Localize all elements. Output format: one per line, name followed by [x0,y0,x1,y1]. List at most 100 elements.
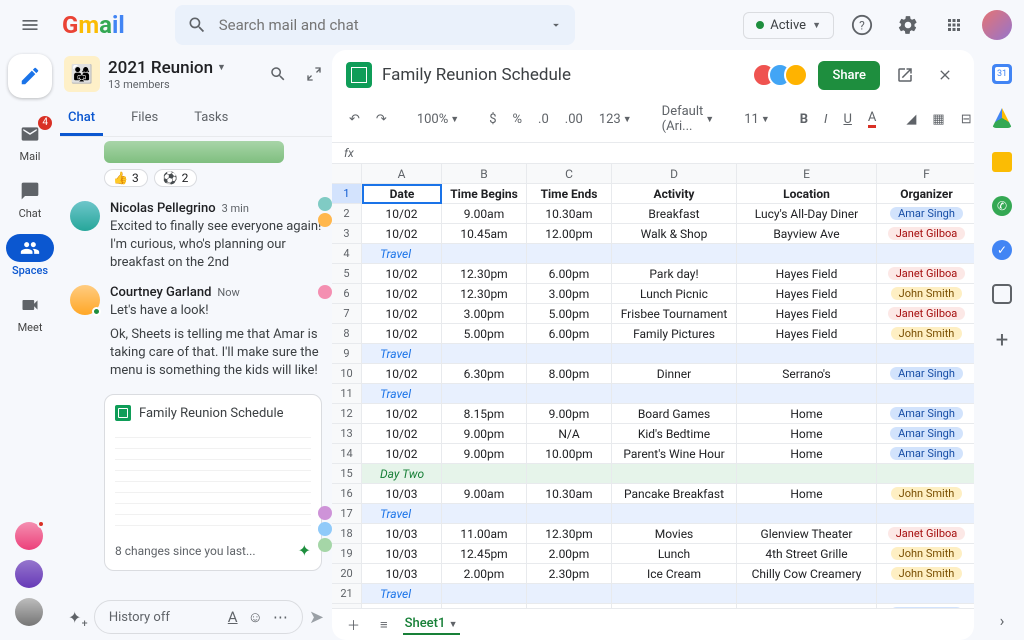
bold-button[interactable]: B [795,110,813,129]
fontsize-dropdown[interactable]: 11 ▼ [739,110,775,129]
msg-author: Nicolas Pellegrino [110,201,216,216]
msg-text: Ok, Sheets is telling me that Amar is ta… [110,326,322,381]
collaborator-avatars[interactable] [752,63,808,87]
tab-files[interactable]: Files [123,102,166,136]
settings-button[interactable] [890,7,926,43]
space-search-button[interactable] [264,60,292,88]
keep-addon[interactable] [992,152,1012,172]
image-thumbnail[interactable] [104,141,284,163]
attachment-preview [115,427,311,535]
msg-text: Let's have a look! [110,302,322,320]
nav-meet[interactable]: Meet [0,285,60,340]
search-box[interactable] [175,5,575,45]
addon-collapse-icon[interactable]: › [1000,611,1005,630]
avatar [70,285,100,315]
mail-icon [20,124,40,144]
nav-meet-label: Meet [18,321,43,334]
formula-bar[interactable]: fx [332,142,974,164]
redo-button[interactable]: ↷ [371,110,392,129]
space-emoji-icon: 👨‍👩‍👧 [64,56,100,92]
chat-heads [15,522,43,626]
open-external-button[interactable] [890,60,920,90]
chat-head[interactable] [15,598,43,626]
space-members: 13 members [108,78,256,91]
msg-time: Now [217,286,239,299]
space-header: 👨‍👩‍👧 2021 Reunion▼ 13 members [60,50,332,98]
sheet-tab-1[interactable]: Sheet1 ▼ [403,614,460,635]
msg-text: Excited to finally see everyone again! I… [110,218,322,273]
nav-chat[interactable]: Chat [0,171,60,226]
all-sheets-button[interactable]: ≡ [375,615,393,635]
format-icon[interactable]: A [228,608,238,626]
compose-button[interactable] [8,54,52,98]
sheets-icon [115,405,131,421]
nav-spaces[interactable]: Spaces [0,228,60,283]
reaction-soccer[interactable]: ⚽2 [154,169,198,187]
sparkle-icon: ✦ [298,541,311,560]
addon-extra[interactable] [992,284,1012,304]
top-bar: Gmail Gmail Active ▼ ? [0,0,1024,50]
sheet-grid[interactable]: ABCDEFG1DateTime BeginsTime EndsActivity… [332,164,974,608]
addons-plus-button[interactable]: + [996,328,1008,353]
send-button[interactable]: ➤ [309,607,324,628]
main-menu-button[interactable] [12,7,48,43]
decrease-decimal-button[interactable]: .0 [533,110,554,129]
borders-button[interactable]: ▦ [927,110,949,129]
textcolor-button[interactable]: A [863,108,881,130]
space-panel: 👨‍👩‍👧 2021 Reunion▼ 13 members Chat File… [60,50,332,640]
close-button[interactable] [930,60,960,90]
tasks-addon[interactable]: ✓ [992,240,1012,260]
underline-button[interactable]: U [838,110,856,129]
status-pill[interactable]: Active ▼ [743,12,834,39]
font-dropdown[interactable]: Default (Ari... ▼ [657,102,720,136]
pencil-icon [19,65,41,87]
sheets-header: Family Reunion Schedule Share [332,50,974,100]
merge-button[interactable]: ⊟▼ [956,110,974,129]
calendar-addon[interactable]: 31 [992,64,1012,84]
addon-rail: 31 ✆ ✓ + › [980,50,1024,640]
search-input[interactable] [219,16,549,34]
add-sheet-button[interactable]: ＋ [342,613,365,636]
tab-tasks[interactable]: Tasks [186,102,236,136]
contacts-addon[interactable]: ✆ [992,196,1012,216]
search-icon [269,65,287,83]
drive-addon[interactable] [992,108,1012,128]
share-button[interactable]: Share [818,61,880,90]
search-dropdown-icon[interactable] [549,18,563,32]
zoom-dropdown[interactable]: 100% ▼ [412,110,464,129]
chat-head[interactable] [15,522,43,550]
italic-button[interactable]: I [819,110,832,129]
chevron-down-icon: ▼ [217,62,226,73]
increase-decimal-button[interactable]: .00 [560,110,588,129]
apps-button[interactable] [936,7,972,43]
msg-time: 3 min [222,202,249,215]
chat-head[interactable] [15,560,43,588]
gmail-logo[interactable]: Gmail Gmail [62,11,125,39]
more-icon[interactable]: ⋯ [273,608,288,626]
currency-button[interactable]: $ [484,110,501,129]
collapse-icon [306,66,322,82]
tab-chat[interactable]: Chat [60,102,103,136]
undo-button[interactable]: ↶ [344,110,365,129]
chat-scroll[interactable]: 👍3 ⚽2 Nicolas Pellegrino 3 min Excited to… [60,137,332,594]
numformat-dropdown[interactable]: 123▼ [594,110,637,129]
fillcolor-button[interactable]: ◢ [901,110,921,129]
nav-spaces-label: Spaces [12,264,48,277]
chat-message: Nicolas Pellegrino 3 min Excited to final… [60,195,332,279]
percent-button[interactable]: % [508,110,528,129]
chevron-down-icon: ▼ [812,20,821,31]
sheet-title[interactable]: Family Reunion Schedule [382,65,742,85]
reaction-thumbsup[interactable]: 👍3 [104,169,148,187]
help-button[interactable]: ? [844,7,880,43]
nav-mail-label: Mail [20,150,41,163]
account-avatar[interactable] [982,10,1012,40]
compose-input[interactable]: History off A ☺ ⋯ [94,600,303,634]
sheet-tabs-bar: ＋ ≡ Sheet1 ▼ [332,608,974,640]
space-title[interactable]: 2021 Reunion▼ [108,58,256,78]
msg-author: Courtney Garland [110,285,211,300]
sparkle-icon[interactable]: ✦₊ [68,608,88,627]
nav-mail[interactable]: 4 Mail [0,114,60,169]
collapse-button[interactable] [300,60,328,88]
sheets-attachment[interactable]: Family Reunion Schedule 8 changes since … [104,394,322,571]
emoji-icon[interactable]: ☺ [248,608,263,626]
